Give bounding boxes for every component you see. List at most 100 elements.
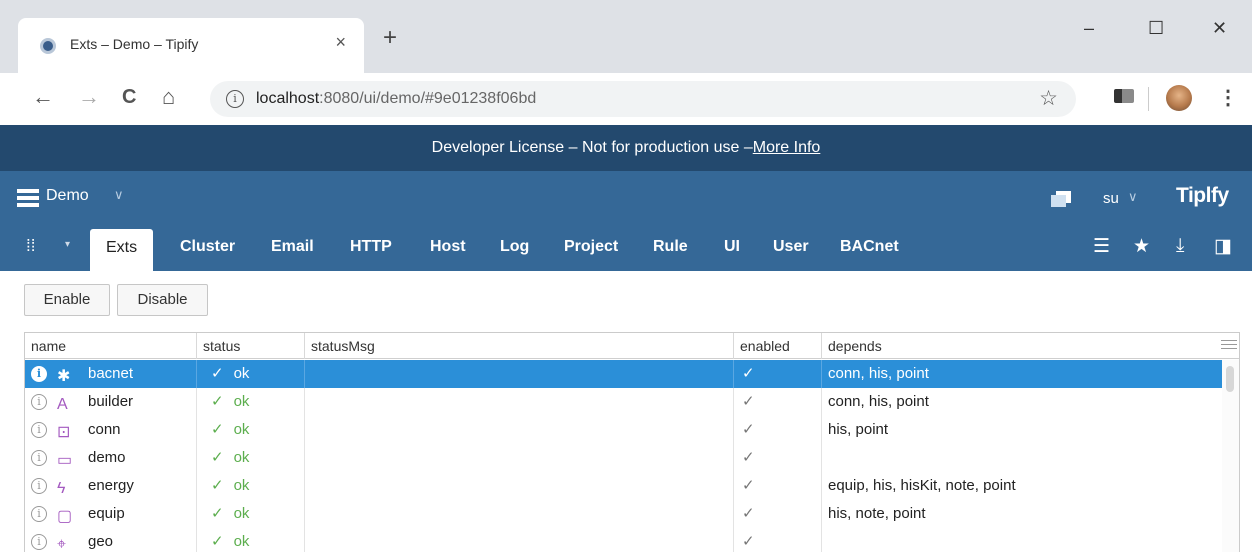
- tab-http[interactable]: HTTP: [350, 238, 392, 256]
- cell-status: ✓ ok: [197, 444, 305, 472]
- enable-button[interactable]: Enable: [24, 284, 110, 316]
- app-header: Demo ∨ su ∨ Tiplfy: [0, 171, 1252, 223]
- table-row[interactable]: i ϟ energy ✓ ok ✓ equip, his, hisKit, note, po…: [25, 472, 1222, 500]
- cell-name: i ✱ bacnet: [25, 360, 197, 388]
- profile-avatar[interactable]: [1166, 85, 1192, 111]
- info-icon[interactable]: i: [31, 422, 47, 438]
- caret-down-icon[interactable]: ▾: [65, 239, 70, 250]
- cell-statusmsg: [305, 500, 734, 528]
- list-icon[interactable]: ☰: [1093, 235, 1110, 258]
- check-icon: ✓: [211, 365, 224, 382]
- info-icon[interactable]: i: [31, 450, 47, 466]
- table-row[interactable]: i ⊡ conn ✓ ok ✓ his, point: [25, 416, 1222, 444]
- info-icon[interactable]: i: [31, 478, 47, 494]
- geo-icon: ⌖: [57, 536, 67, 552]
- maximize-button[interactable]: ☐: [1148, 18, 1164, 39]
- column-header-statusmsg[interactable]: statusMsg: [305, 333, 734, 359]
- chevron-down-icon[interactable]: ∨: [114, 187, 124, 203]
- tab-exts[interactable]: Exts: [90, 229, 154, 271]
- plug-icon: ⊡: [57, 424, 71, 441]
- lightning-icon: ϟ: [57, 480, 66, 497]
- table-row[interactable]: i Abuilder ✓ ok ✓ conn, his, point: [25, 388, 1222, 416]
- extension-icon[interactable]: [1114, 89, 1134, 103]
- status-text: ok: [233, 449, 250, 466]
- monitor-icon: ▢: [57, 508, 73, 525]
- status-text: ok: [233, 533, 250, 550]
- server-icon: [17, 189, 39, 207]
- tab-email[interactable]: Email: [271, 238, 314, 256]
- info-icon[interactable]: i: [31, 394, 47, 410]
- vertical-scrollbar[interactable]: [1222, 360, 1239, 552]
- cell-statusmsg: [305, 528, 734, 552]
- table-row[interactable]: i ⌖ geo ✓ ok ✓: [25, 528, 1222, 552]
- app-launcher-icon[interactable]: ⁞⁞: [26, 236, 35, 256]
- builder-icon: A: [57, 396, 68, 413]
- address-bar[interactable]: i localhost:8080/ui/demo/#9e01238f06bd ☆: [210, 81, 1076, 117]
- extensions-table: name status statusMsg enabled depends i ✱…: [24, 332, 1240, 552]
- forward-icon[interactable]: →: [78, 85, 100, 109]
- download-icon[interactable]: ⤓: [1176, 235, 1184, 257]
- cell-status: ✓ ok: [197, 528, 305, 552]
- tab-project[interactable]: Project: [564, 238, 618, 256]
- tab-ui[interactable]: UI: [724, 238, 740, 256]
- disable-button[interactable]: Disable: [117, 284, 208, 316]
- cell-depends: [822, 444, 1222, 472]
- check-icon: ✓: [211, 393, 224, 410]
- tab-close-icon[interactable]: ×: [335, 32, 346, 53]
- column-header-depends[interactable]: depends: [822, 333, 1212, 359]
- favorite-star-icon[interactable]: ★: [1133, 235, 1150, 258]
- status-text: ok: [233, 421, 250, 438]
- scroll-thumb[interactable]: [1226, 366, 1234, 392]
- cell-depends: [822, 528, 1222, 552]
- reload-icon[interactable]: C: [122, 85, 136, 109]
- side-panel-icon[interactable]: ◨: [1214, 235, 1232, 258]
- user-menu[interactable]: su: [1103, 190, 1119, 207]
- project-selector[interactable]: Demo: [46, 187, 89, 205]
- cell-name: i ⌖ geo: [25, 528, 197, 552]
- tab-user[interactable]: User: [773, 238, 809, 256]
- info-icon[interactable]: i: [31, 366, 47, 382]
- browser-menu-icon[interactable]: ⋮: [1218, 85, 1238, 110]
- home-icon[interactable]: ⌂: [162, 85, 175, 109]
- url-host: localhost: [256, 90, 320, 107]
- status-text: ok: [233, 365, 250, 382]
- user-chevron-icon[interactable]: ∨: [1128, 189, 1138, 205]
- column-header-status[interactable]: status: [197, 333, 305, 359]
- cell-enabled: ✓: [734, 528, 822, 552]
- column-header-enabled[interactable]: enabled: [734, 333, 822, 359]
- browser-toolbar: ← → C ⌂ i localhost:8080/ui/demo/#9e0123…: [0, 73, 1252, 125]
- cell-enabled: ✓: [734, 444, 822, 472]
- cell-name: i ▢ equip: [25, 500, 197, 528]
- new-tab-button[interactable]: +: [383, 26, 397, 50]
- info-icon[interactable]: i: [31, 506, 47, 522]
- cell-statusmsg: [305, 416, 734, 444]
- site-info-icon[interactable]: i: [226, 90, 244, 108]
- cell-status: ✓ ok: [197, 388, 305, 416]
- table-row[interactable]: i ✱ bacnet ✓ ok ✓ conn, his, point: [25, 360, 1222, 388]
- cell-depends: conn, his, point: [828, 393, 929, 410]
- column-header-name[interactable]: name: [25, 333, 197, 359]
- tab-cluster[interactable]: Cluster: [180, 238, 235, 256]
- cell-statusmsg: [305, 360, 734, 388]
- more-info-link[interactable]: More Info: [753, 139, 821, 156]
- minimize-button[interactable]: –: [1084, 18, 1094, 39]
- close-window-button[interactable]: ✕: [1212, 18, 1227, 39]
- status-text: ok: [233, 477, 250, 494]
- tab-rule[interactable]: Rule: [653, 238, 688, 256]
- cell-name: i Abuilder: [25, 388, 197, 416]
- info-icon[interactable]: i: [31, 534, 47, 550]
- bookmark-star-icon[interactable]: ☆: [1039, 86, 1058, 111]
- app-tabbar: ⁞⁞ ▾ Exts Cluster Email HTTP Host Log Pr…: [0, 223, 1252, 271]
- tab-log[interactable]: Log: [500, 238, 529, 256]
- table-row[interactable]: i ▢ equip ✓ ok ✓ his, note, point: [25, 500, 1222, 528]
- windows-icon[interactable]: [1051, 191, 1071, 207]
- ext-name: energy: [88, 477, 134, 494]
- tab-bacnet[interactable]: BACnet: [840, 238, 899, 256]
- column-menu-icon[interactable]: [1221, 337, 1237, 353]
- browser-tab[interactable]: Exts – Demo – Tipify ×: [18, 18, 364, 73]
- table-row[interactable]: i ▭ demo ✓ ok ✓: [25, 444, 1222, 472]
- check-icon: ✓: [211, 533, 224, 550]
- back-icon[interactable]: ←: [32, 85, 54, 109]
- tab-host[interactable]: Host: [430, 238, 466, 256]
- url-text: localhost:8080/ui/demo/#9e01238f06bd: [256, 90, 536, 108]
